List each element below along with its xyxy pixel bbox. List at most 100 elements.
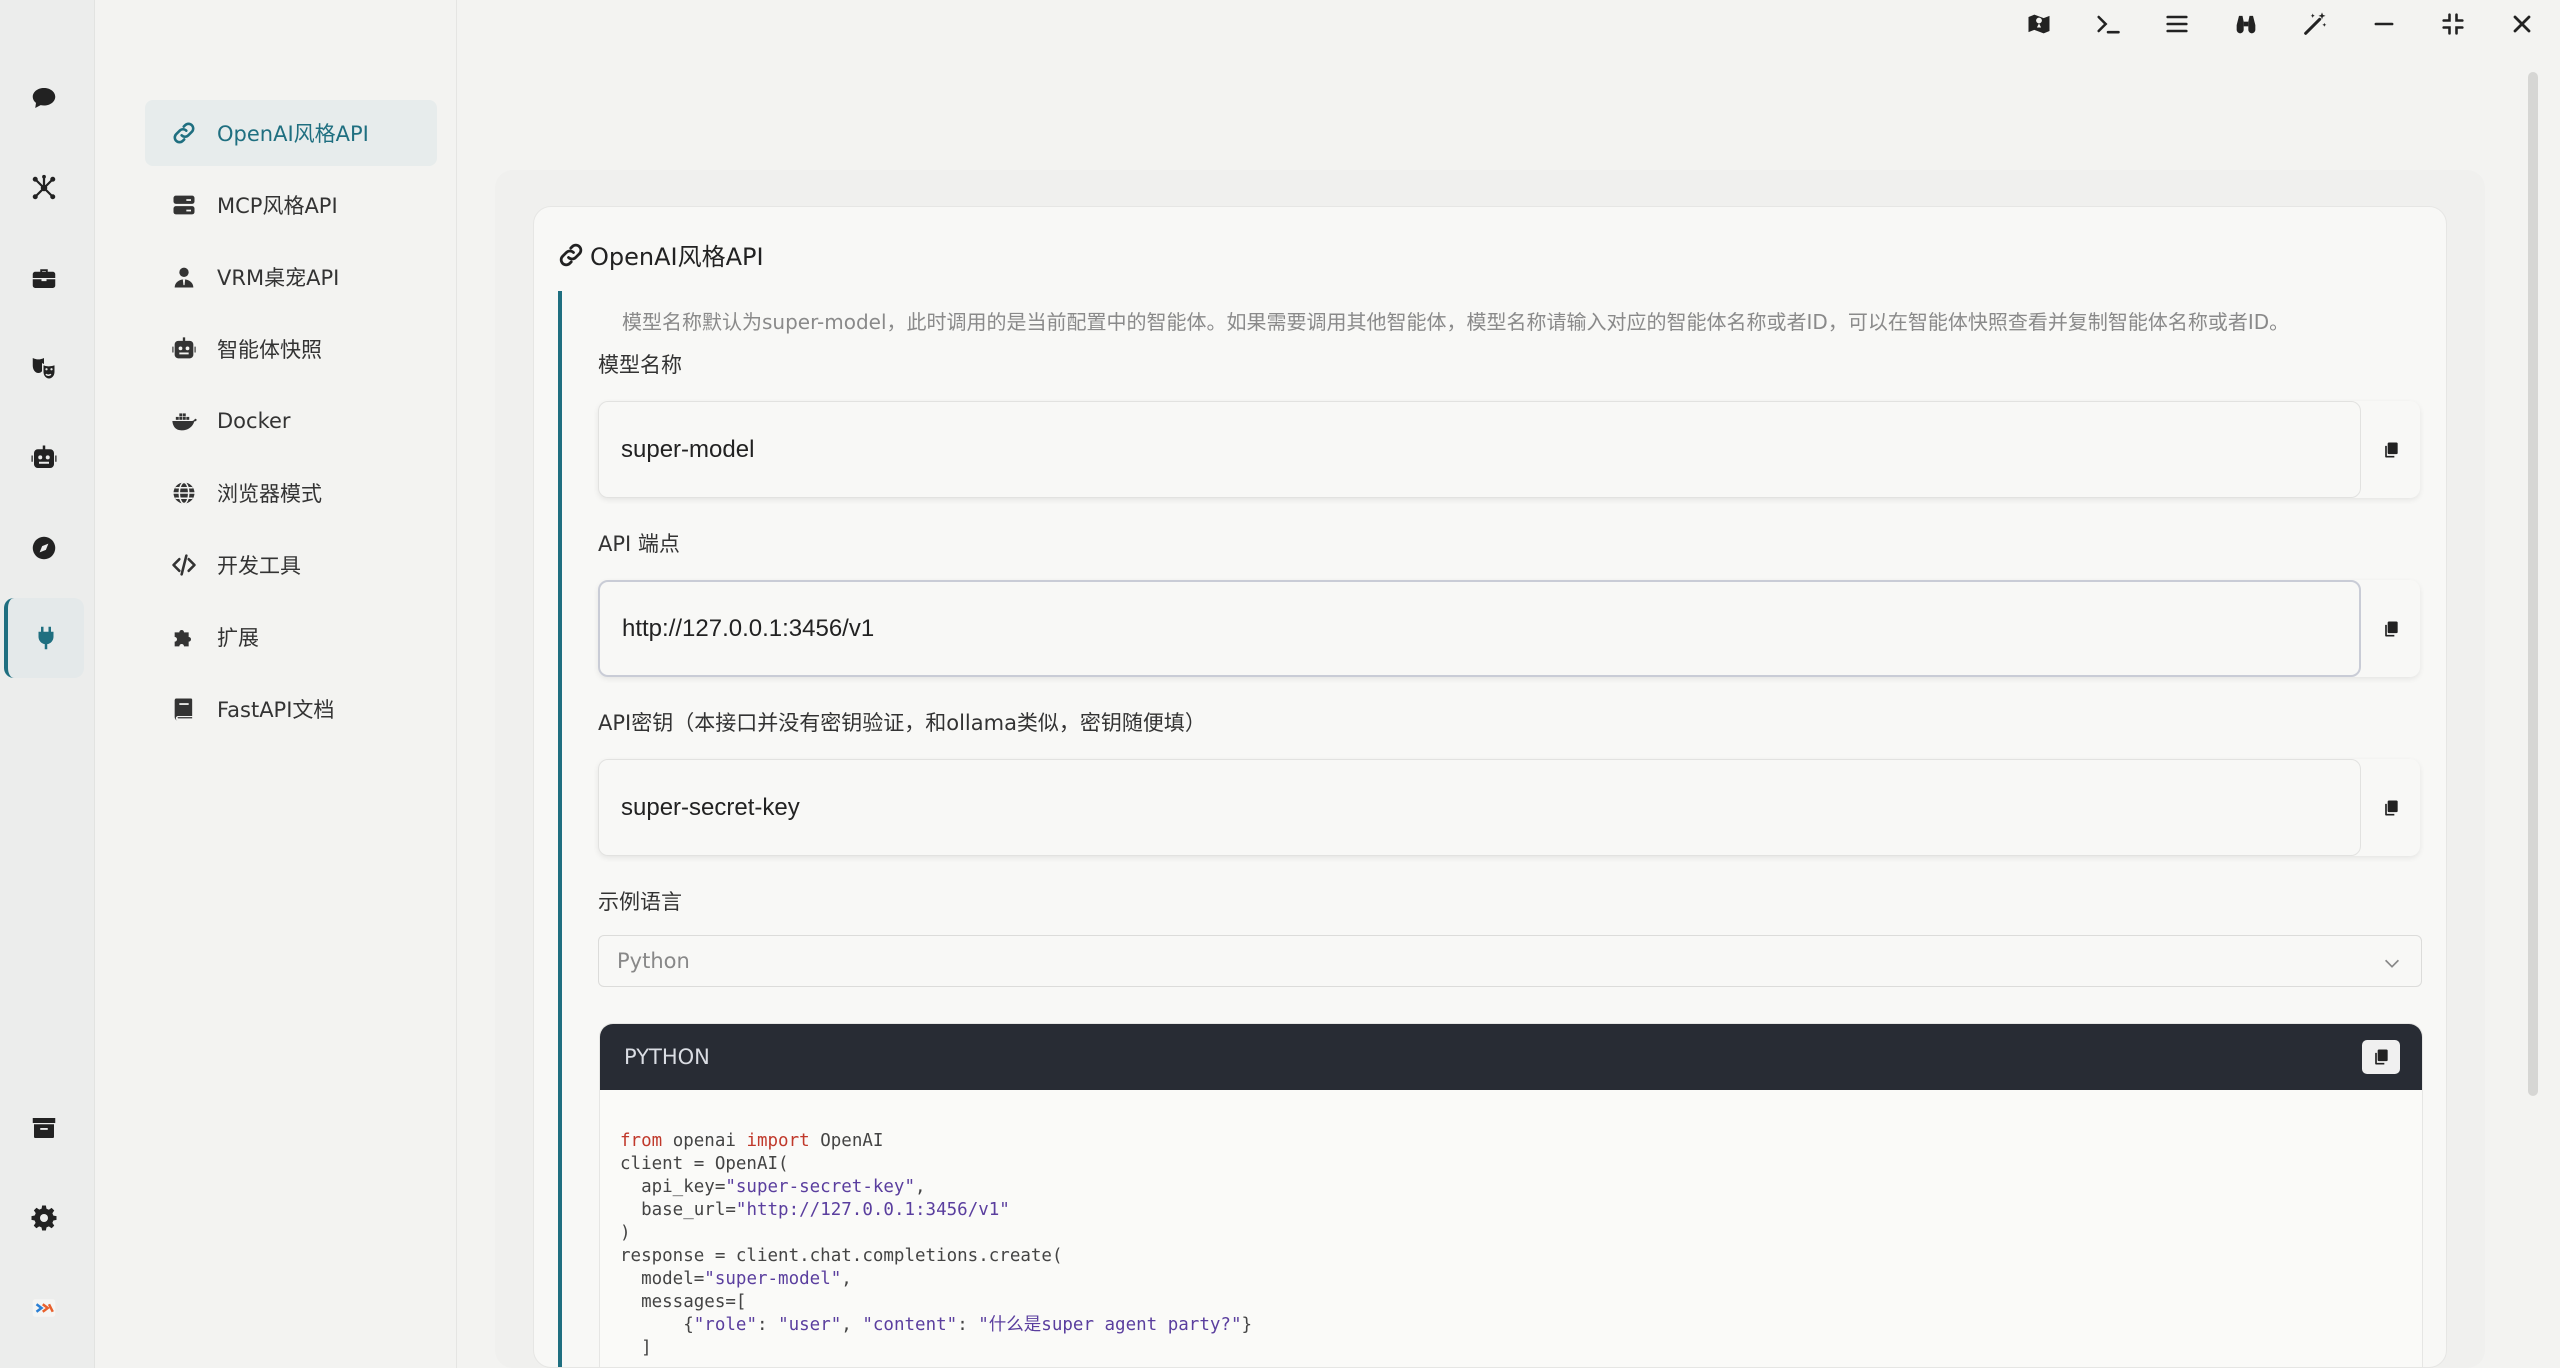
subnav-item-vrm-api[interactable]: VRM桌宠API [145, 244, 437, 310]
rail-logo-button[interactable] [4, 1268, 84, 1348]
rail-settings-button[interactable] [4, 1178, 84, 1258]
code-line: ) [620, 1223, 631, 1243]
subnav-item-label: 浏览器模式 [217, 482, 322, 506]
plug-icon [38, 626, 54, 650]
terminal-button[interactable] [2073, 0, 2142, 48]
copy-model-button[interactable] [2361, 401, 2420, 498]
globe-icon [169, 478, 199, 508]
code-line: {"role": "user", "content": "什么是super ag… [620, 1315, 1253, 1335]
api-key-field: super-secret-key [598, 759, 2420, 856]
magic-wand-button[interactable] [2280, 0, 2349, 48]
api-key-input[interactable]: super-secret-key [598, 759, 2361, 856]
subnav-item-extensions[interactable]: 扩展 [145, 604, 437, 670]
gear-icon [31, 1205, 57, 1231]
link-icon [559, 243, 583, 266]
menu-icon [2165, 15, 2188, 33]
code-line: ] [641, 1338, 652, 1358]
code-line: messages=[ [641, 1292, 747, 1312]
terminal-icon [2096, 15, 2120, 34]
close-icon [2513, 15, 2530, 33]
puzzle-icon [169, 622, 199, 652]
menu-button[interactable] [2142, 0, 2211, 48]
description-text: 模型名称默认为super-model，此时调用的是当前配置中的智能体。如果需要调… [622, 310, 2290, 334]
model-name-label: 模型名称 [598, 353, 682, 377]
compass-icon [32, 536, 56, 560]
robot-icon [169, 334, 199, 364]
api-endpoint-input[interactable]: http://127.0.0.1:3456/v1 [598, 580, 2361, 677]
rail-toolkit-button[interactable] [4, 238, 84, 318]
code-header: PYTHON [600, 1024, 2422, 1090]
subnav-item-openai-api[interactable]: OpenAI风格API [145, 100, 437, 166]
accent-bar [558, 291, 562, 1367]
copy-code-button[interactable] [2362, 1040, 2400, 1074]
rail-agents-button[interactable] [4, 148, 84, 228]
rail-archive-button[interactable] [4, 1088, 84, 1168]
subnav-item-label: Docker [217, 409, 291, 433]
magic-wand-icon [2303, 12, 2326, 35]
subnav-item-label: 智能体快照 [217, 338, 322, 362]
code-example: PYTHON from openai import OpenAI client … [599, 1023, 2423, 1367]
copy-endpoint-button[interactable] [2361, 580, 2420, 677]
archive-icon [32, 1118, 56, 1138]
subnav-item-agent-snapshot[interactable]: 智能体快照 [145, 316, 437, 382]
model-name-input[interactable]: super-model [598, 401, 2361, 498]
docker-icon [169, 406, 199, 436]
card-title-text: OpenAI风格API [590, 243, 764, 271]
copy-icon [2375, 1049, 2388, 1065]
server-icon [169, 190, 199, 220]
page-scrollbar[interactable] [2528, 72, 2538, 1096]
code-icon [169, 550, 199, 580]
subnav-item-label: VRM桌宠API [217, 266, 340, 290]
copy-icon [2384, 800, 2398, 815]
card-title: OpenAI风格API [556, 237, 764, 272]
map-button[interactable] [2004, 0, 2073, 48]
code-line: response = client.chat.completions.creat… [620, 1246, 1063, 1266]
openai-api-card: OpenAI风格API 模型名称默认为super-model，此时调用的是当前配… [533, 206, 2447, 1368]
restore-icon [2441, 13, 2464, 35]
rail-robot-button[interactable] [4, 418, 84, 498]
binoculars-button[interactable] [2211, 0, 2280, 48]
subnav-item-label: MCP风格API [217, 194, 338, 218]
binoculars-icon [2236, 15, 2255, 34]
network-icon [32, 174, 56, 200]
subnav-item-fastapi-docs[interactable]: FastAPI文档 [145, 676, 437, 742]
subnav-item-mcp-api[interactable]: MCP风格API [145, 172, 437, 238]
rail-explore-button[interactable] [4, 508, 84, 588]
book-icon [169, 694, 199, 724]
link-icon [169, 118, 199, 148]
copy-icon [2384, 442, 2398, 457]
masks-icon [32, 358, 56, 381]
subnav-item-docker[interactable]: Docker [145, 388, 437, 454]
rail-roles-button[interactable] [4, 328, 84, 408]
copy-icon [2384, 621, 2398, 636]
code-line: base_url="http://127.0.0.1:3456/v1" [620, 1200, 1010, 1220]
api-endpoint-field: http://127.0.0.1:3456/v1 [598, 580, 2420, 677]
rail-api-button[interactable] [4, 598, 84, 678]
code-body: from openai import OpenAI client = OpenA… [600, 1090, 2422, 1360]
rail-chat-button[interactable] [4, 58, 84, 138]
subnav-item-label: FastAPI文档 [217, 698, 335, 722]
minimize-button[interactable] [2349, 0, 2418, 48]
subnav-item-label: 扩展 [217, 626, 259, 650]
restore-button[interactable] [2418, 0, 2487, 48]
subnav-item-browser-mode[interactable]: 浏览器模式 [145, 460, 437, 526]
code-line: from openai import OpenAI [620, 1131, 884, 1151]
code-language: PYTHON [624, 1045, 710, 1069]
api-subnav: OpenAI风格API MCP风格API VRM桌宠API 智能体快照 Dock… [95, 0, 457, 1368]
example-language-select[interactable]: Python [598, 935, 2422, 987]
chevron-down-icon [2384, 959, 2400, 968]
minimize-icon [2374, 22, 2393, 26]
api-key-label: API密钥（本接口并没有密钥验证，和ollama类似，密钥随便填） [598, 711, 1206, 735]
window-controls [2004, 0, 2560, 48]
selected-language: Python [617, 949, 690, 973]
close-button[interactable] [2487, 0, 2556, 48]
code-line: model="super-model", [620, 1269, 852, 1289]
copy-key-button[interactable] [2361, 759, 2420, 856]
chat-bubble-icon [32, 88, 56, 108]
subnav-item-label: OpenAI风格API [217, 122, 369, 146]
logo-icon [32, 1299, 56, 1317]
subnav-item-label: 开发工具 [217, 554, 301, 578]
subnav-item-dev-tools[interactable]: 开发工具 [145, 532, 437, 598]
user-tie-icon [169, 262, 199, 292]
icon-rail [0, 0, 95, 1368]
